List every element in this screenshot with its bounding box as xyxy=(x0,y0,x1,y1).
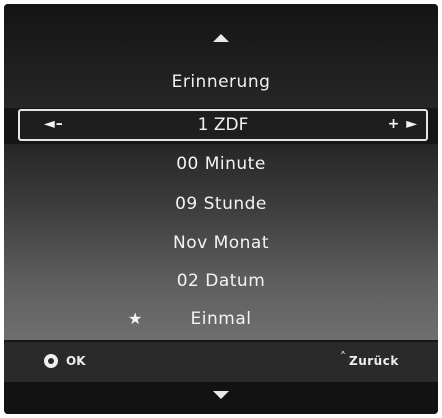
footer-bar: OK ˄ Zurück xyxy=(4,342,438,382)
reminder-options-list: 00 Minute 09 Stunde Nov Monat 02 Datum ★… xyxy=(4,144,438,340)
scroll-down-arrow-icon[interactable] xyxy=(213,391,229,399)
minute-option[interactable]: 00 Minute xyxy=(4,154,438,174)
channel-selector[interactable]: ◄– 1 ZDF + ► xyxy=(18,109,428,141)
hour-option[interactable]: 09 Stunde xyxy=(4,194,438,214)
channel-value: 1 ZDF xyxy=(197,115,249,135)
back-label[interactable]: Zurück xyxy=(349,354,399,368)
repeat-option[interactable]: Einmal xyxy=(4,309,438,329)
menu-title: Erinnerung xyxy=(171,72,271,92)
ok-label[interactable]: OK xyxy=(66,354,86,368)
back-arrow-icon: ˄ xyxy=(340,350,346,364)
ok-button-icon[interactable] xyxy=(44,354,58,368)
date-option[interactable]: 02 Datum xyxy=(4,271,438,291)
header-area: Erinnerung xyxy=(4,4,438,108)
scroll-up-arrow-icon[interactable] xyxy=(213,34,229,42)
channel-next-control[interactable]: + ► xyxy=(388,116,418,132)
footer-strip xyxy=(4,382,438,414)
month-option[interactable]: Nov Monat xyxy=(4,233,438,253)
reminder-menu-panel: Erinnerung ◄– 1 ZDF + ► 00 Minute 09 Stu… xyxy=(4,4,438,414)
